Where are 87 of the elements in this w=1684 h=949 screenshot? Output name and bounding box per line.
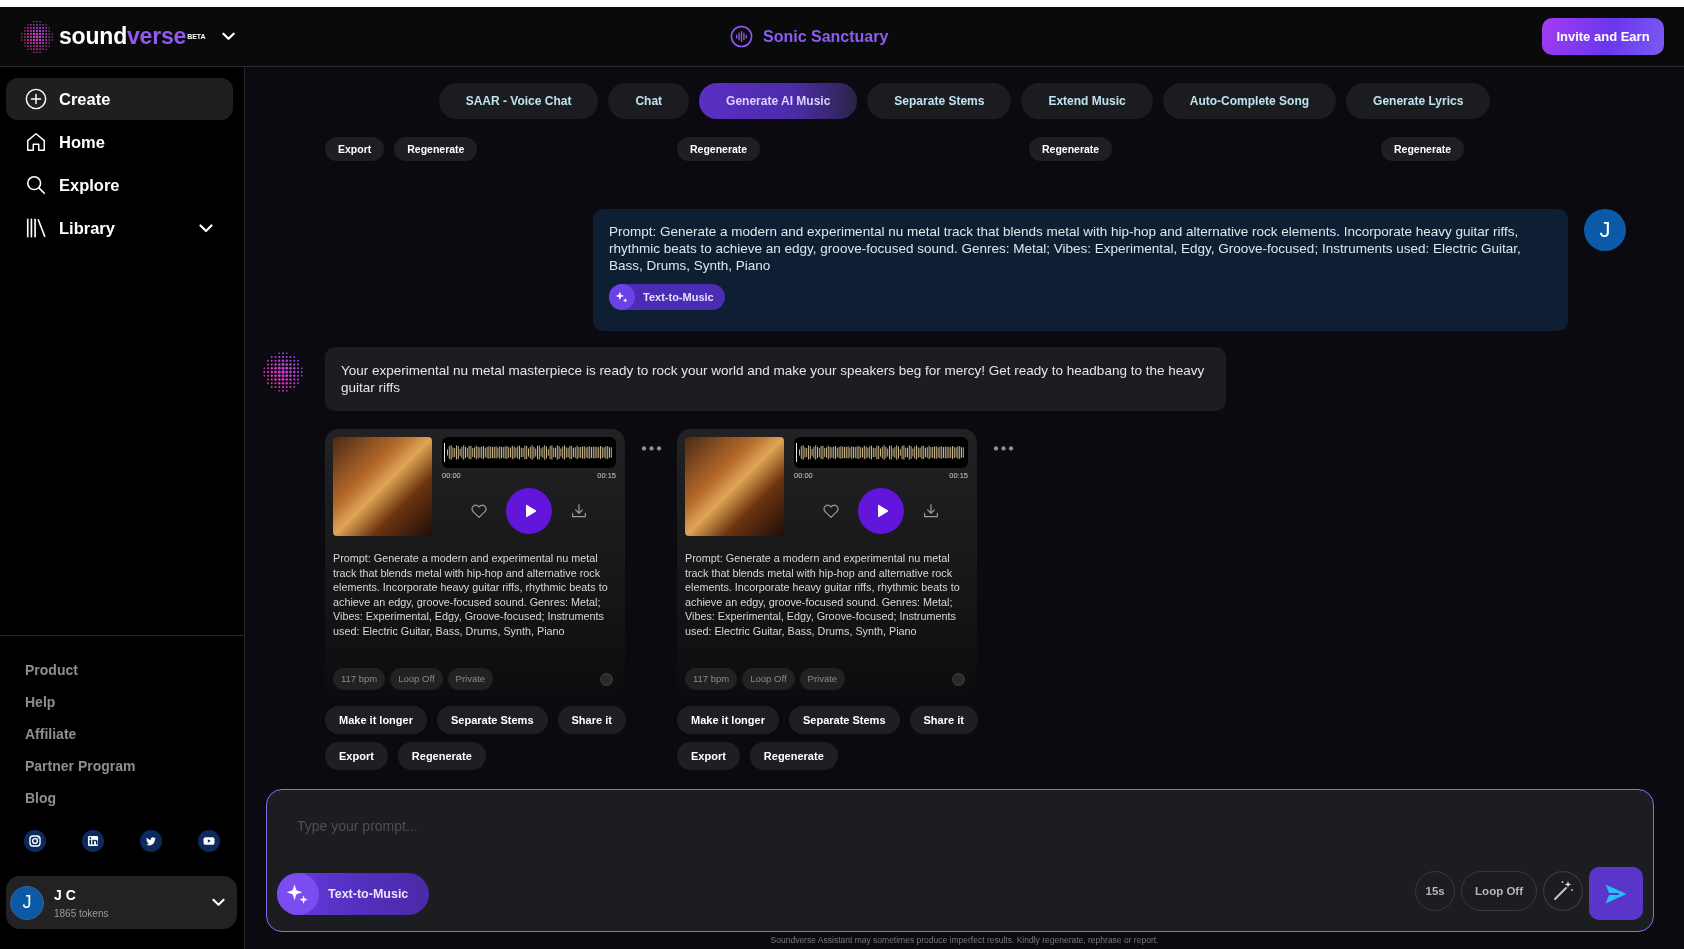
audio-wave-icon bbox=[730, 25, 753, 48]
tab[interactable]: SAAR - Voice Chat bbox=[438, 83, 599, 119]
tag-chip: Loop Off bbox=[742, 668, 795, 690]
disclaimer-text: Soundverse Assistant may sometimes produce imperfect results. Kindly regenerate, rephrase or report. bbox=[769, 934, 1160, 947]
prompt-text: Prompt: Generate a modern and experimental nu metal track that blends metal with hip-hop and alternative rock elements. Incorporate heavy guitar riffs, rhythmic beats to achieve an edgy, groove-focused sound. Genres: Metal; Vibes: Experimental, Edgy, Groove-focused; Instruments used: Electric Guitar, Bass, Drums, Synth, Piano bbox=[609, 223, 1522, 274]
action-button[interactable]: Regenerate bbox=[1029, 137, 1113, 161]
more-icon[interactable] bbox=[993, 446, 1014, 451]
action-button[interactable]: Regenerate bbox=[1381, 137, 1465, 161]
user-card[interactable]: J J C 1865 tokens bbox=[6, 876, 237, 929]
download-icon[interactable] bbox=[570, 502, 588, 520]
action-button[interactable]: Separate Stems bbox=[436, 706, 548, 734]
user-avatar: J bbox=[1584, 209, 1626, 251]
tab[interactable]: Chat bbox=[608, 83, 690, 119]
home-icon bbox=[25, 131, 47, 153]
action-button[interactable]: Regenerate bbox=[749, 742, 838, 770]
in-logo-icon[interactable] bbox=[82, 830, 104, 852]
tag-chip: 117 bpm bbox=[685, 668, 738, 690]
status-dot-icon bbox=[952, 672, 965, 686]
play-icon bbox=[876, 504, 889, 518]
tab[interactable]: Generate Lyrics bbox=[1346, 83, 1491, 119]
duration-button[interactable]: 15s bbox=[1415, 871, 1456, 911]
user-name: J C bbox=[54, 886, 77, 903]
tag-chip: Loop Off bbox=[390, 668, 443, 690]
action-button[interactable]: Separate Stems bbox=[788, 706, 900, 734]
footer-link[interactable]: Partner Program bbox=[0, 750, 244, 782]
action-button[interactable]: Regenerate bbox=[394, 137, 478, 161]
action-button[interactable]: Regenerate bbox=[677, 137, 761, 161]
status-dot-icon bbox=[600, 672, 613, 686]
waveform-drawing[interactable] bbox=[442, 437, 616, 468]
tag-chip: Private bbox=[447, 668, 494, 690]
bot-avatar-icon bbox=[262, 351, 304, 393]
sparkle-icon bbox=[609, 284, 635, 310]
sidebar-item[interactable]: Create bbox=[6, 78, 233, 120]
tab[interactable]: Auto-Complete Song bbox=[1162, 83, 1337, 119]
action-button[interactable]: Share it bbox=[909, 706, 978, 734]
bird-icon[interactable] bbox=[140, 830, 162, 852]
download-icon[interactable] bbox=[922, 502, 940, 520]
tab[interactable]: Extend Music bbox=[1021, 83, 1153, 119]
action-button[interactable]: Make it longer bbox=[325, 706, 427, 734]
track-prompt: Prompt: Generate a modern and experimental nu metal track that blends metal with hip-hop and alternative rock elements. Incorporate heavy guitar riffs, rhythmic beats to achieve an edgy, groove-focused sound. Genres: Metal; Vibes: Experimental, Edgy, Groove-focused; Instruments used: Electric Guitar, Bass, Drums, Synth, Piano bbox=[685, 551, 961, 639]
more-icon[interactable] bbox=[641, 446, 662, 451]
user-avatar: J bbox=[10, 885, 44, 920]
sidebar-item[interactable]: Explore bbox=[6, 164, 233, 206]
search-icon bbox=[25, 174, 47, 196]
magic-wand-icon[interactable] bbox=[1543, 871, 1583, 911]
action-button[interactable]: Share it bbox=[557, 706, 626, 734]
footer-link[interactable]: Blog bbox=[0, 782, 244, 814]
plus-circle-icon bbox=[25, 88, 47, 110]
chevron-down-icon[interactable] bbox=[212, 898, 225, 907]
sparkle-icon bbox=[277, 873, 319, 915]
send-icon bbox=[1604, 882, 1628, 905]
send-button[interactable] bbox=[1589, 867, 1643, 920]
sidebar-item[interactable]: Library bbox=[6, 207, 233, 249]
track-prompt: Prompt: Generate a modern and experimental nu metal track that blends metal with hip-hop and alternative rock elements. Incorporate heavy guitar riffs, rhythmic beats to achieve an edgy, groove-focused sound. Genres: Metal; Vibes: Experimental, Edgy, Groove-focused; Instruments used: Electric Guitar, Bass, Drums, Synth, Piano bbox=[333, 551, 609, 639]
footer-link[interactable]: Product bbox=[0, 654, 244, 686]
play-button[interactable] bbox=[506, 488, 552, 534]
tab[interactable]: Separate Stems bbox=[867, 83, 1012, 119]
mode-button[interactable]: Text-to-Music bbox=[277, 873, 429, 915]
video-play-icon[interactable] bbox=[198, 830, 220, 852]
action-button[interactable]: Export bbox=[325, 137, 385, 161]
heart-icon[interactable] bbox=[470, 502, 488, 520]
books-icon bbox=[25, 217, 47, 239]
tab[interactable]: Generate AI Music bbox=[699, 83, 858, 119]
reply-text: Your experimental nu metal masterpiece is ready to rock your world and make your speakers beg for mercy! Get ready to headbang to the heavy guitar riffs bbox=[341, 362, 1206, 396]
loop-button[interactable]: Loop Off bbox=[1461, 871, 1537, 911]
play-icon bbox=[524, 504, 537, 518]
token-count: 1865 tokens bbox=[54, 907, 109, 919]
action-button[interactable]: Make it longer bbox=[677, 706, 779, 734]
camera-icon[interactable] bbox=[24, 830, 46, 852]
tag-chip: 117 bpm bbox=[333, 668, 386, 690]
heart-icon[interactable] bbox=[822, 502, 840, 520]
logo-text: soundverse bbox=[59, 25, 187, 48]
sidebar-item[interactable]: Home bbox=[6, 121, 233, 163]
waveform-drawing[interactable] bbox=[794, 437, 968, 468]
action-button[interactable]: Export bbox=[325, 742, 388, 770]
action-button[interactable]: Export bbox=[677, 742, 740, 770]
chevron-down-icon[interactable] bbox=[221, 32, 235, 41]
tag-chip: Private bbox=[799, 668, 846, 690]
action-button[interactable]: Regenerate bbox=[397, 742, 486, 770]
mode-chip: Text-to-Music bbox=[609, 284, 725, 310]
invite-button[interactable]: Invite and Earn bbox=[1542, 18, 1664, 55]
play-button[interactable] bbox=[858, 488, 904, 534]
footer-link[interactable]: Affiliate bbox=[0, 718, 244, 750]
footer-link[interactable]: Help bbox=[0, 686, 244, 718]
chevron-down-icon[interactable] bbox=[199, 223, 213, 233]
logo-icon bbox=[20, 19, 54, 54]
workspace-title[interactable]: Sonic Sanctuary bbox=[763, 27, 889, 46]
